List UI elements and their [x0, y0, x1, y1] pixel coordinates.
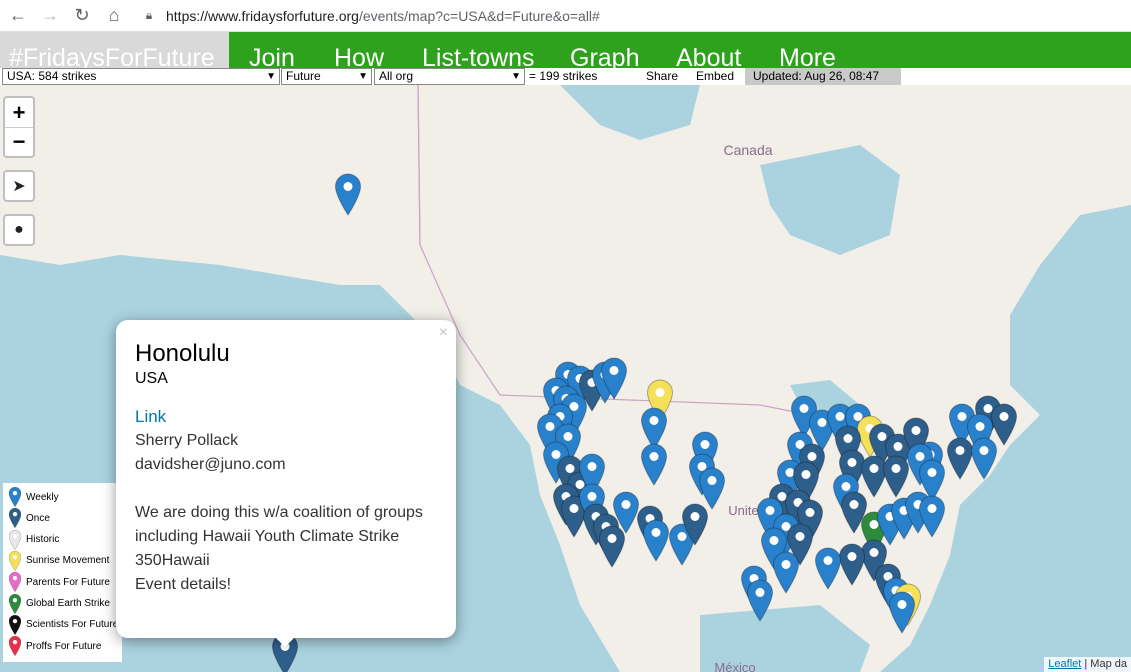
filter-bar: USA: 584 strikes ▼ Future ▼ All org ▼ = … — [0, 68, 1131, 85]
legend-label: Parents For Future — [26, 576, 110, 588]
zoom-control: + − — [3, 96, 35, 158]
legend-label: Sunrise Movement — [26, 555, 110, 567]
map-pin-icon — [9, 614, 21, 635]
map-pin-icon — [9, 572, 21, 593]
popup-contact-name: Sherry Pollack — [135, 432, 239, 449]
org-select-value: All org — [379, 69, 414, 83]
popup-description: We are doing this w/a coalition of group… — [135, 504, 423, 545]
navigation-arrow-icon: ➤ — [12, 178, 26, 195]
share-button[interactable]: Share — [646, 69, 678, 83]
legend-label: Proffs For Future — [26, 640, 102, 652]
map-pin-icon — [9, 487, 21, 507]
strike-count: = 199 strikes — [529, 69, 598, 83]
nav-join[interactable]: Join — [249, 44, 295, 69]
legend-label: Weekly — [26, 491, 59, 503]
lock-icon: 🔒︎ — [145, 8, 153, 22]
nav-how[interactable]: How — [334, 44, 384, 69]
map-pin-icon — [9, 593, 21, 614]
nav-more[interactable]: More — [779, 44, 836, 69]
map-legend: Weekly Once Historic Sunrise Movement Parent… — [3, 483, 122, 662]
address-bar[interactable]: 🔒︎ https://www.fridaysforfuture.org/even… — [142, 3, 1131, 29]
leaflet-link[interactable]: Leaflet — [1048, 658, 1081, 670]
map-pin-icon — [9, 508, 21, 529]
popup-link[interactable]: Link — [135, 405, 437, 429]
nav-list-towns[interactable]: List-towns — [422, 44, 535, 69]
dropdown-arrow-icon: ▼ — [358, 71, 368, 82]
embed-button[interactable]: Embed — [696, 69, 734, 83]
popup-tip — [275, 637, 295, 647]
legend-item: Global Earth Strike — [9, 593, 110, 614]
popup-country: USA — [135, 370, 168, 387]
zoom-in-button[interactable]: + — [5, 98, 33, 127]
popup-event-details-link[interactable]: Event details! — [135, 576, 231, 593]
legend-item: Historic — [9, 529, 60, 550]
legend-label: Historic — [26, 534, 60, 546]
country-select[interactable]: USA: 584 strikes ▼ — [2, 68, 280, 85]
reload-icon[interactable]: ↻ — [68, 2, 96, 30]
map-label-canada: Canada — [723, 142, 772, 158]
popup-city: Honolulu — [135, 340, 230, 367]
org-select[interactable]: All org ▼ — [374, 68, 525, 85]
locate-button[interactable]: ➤ — [3, 170, 35, 202]
zoom-out-button[interactable]: − — [5, 127, 33, 156]
home-icon[interactable]: ⌂ — [100, 2, 128, 30]
map-pin-icon — [9, 529, 21, 550]
map-label-mexico: México — [714, 660, 755, 672]
legend-item: Parents For Future — [9, 572, 110, 593]
event-popup: × Honolulu USA Link Sherry Pollack david… — [116, 320, 456, 638]
close-icon[interactable]: × — [439, 324, 448, 342]
country-select-value: USA: 584 strikes — [7, 69, 97, 83]
legend-label: Scientists For Future — [26, 619, 119, 631]
legend-item: Once — [9, 508, 50, 529]
world-view-button[interactable]: ● — [3, 214, 35, 246]
dropdown-arrow-icon: ▼ — [511, 71, 521, 82]
popup-contact-email: davidsher@juno.com — [135, 456, 286, 473]
attribution-text: | Map da — [1084, 658, 1127, 670]
updated-timestamp: Updated: Aug 26, 08:47 — [745, 68, 901, 85]
legend-item: Sunrise Movement — [9, 550, 110, 571]
browser-toolbar: ← → ↻ ⌂ 🔒︎ https://www.fridaysforfuture.… — [0, 0, 1131, 32]
date-select[interactable]: Future ▼ — [281, 68, 372, 85]
nav-about[interactable]: About — [676, 44, 741, 69]
legend-item: Scientists For Future — [9, 614, 119, 635]
dropdown-arrow-icon: ▼ — [266, 71, 276, 82]
brand-link[interactable]: #FridaysForFuture — [0, 32, 229, 69]
globe-icon: ● — [14, 221, 24, 238]
url-path: /events/map?c=USA&d=Future&o=all# — [358, 7, 600, 24]
url-host: https://www.fridaysforfuture.org — [166, 7, 359, 24]
forward-icon[interactable]: → — [36, 2, 64, 30]
site-navigation: #FridaysForFuture Join How List-towns Gr… — [0, 32, 1131, 69]
legend-item: Weekly — [9, 487, 59, 507]
legend-label: Once — [26, 512, 50, 524]
legend-label: Global Earth Strike — [26, 598, 110, 609]
map-pin-icon — [9, 636, 21, 657]
map-attribution: Leaflet | Map da — [1044, 657, 1131, 672]
popup-org: 350Hawaii — [135, 552, 210, 569]
map-pin-icon — [9, 550, 21, 571]
nav-graph[interactable]: Graph — [570, 44, 639, 69]
legend-item: Proffs For Future — [9, 636, 102, 657]
date-select-value: Future — [286, 69, 321, 83]
back-icon[interactable]: ← — [4, 2, 32, 30]
